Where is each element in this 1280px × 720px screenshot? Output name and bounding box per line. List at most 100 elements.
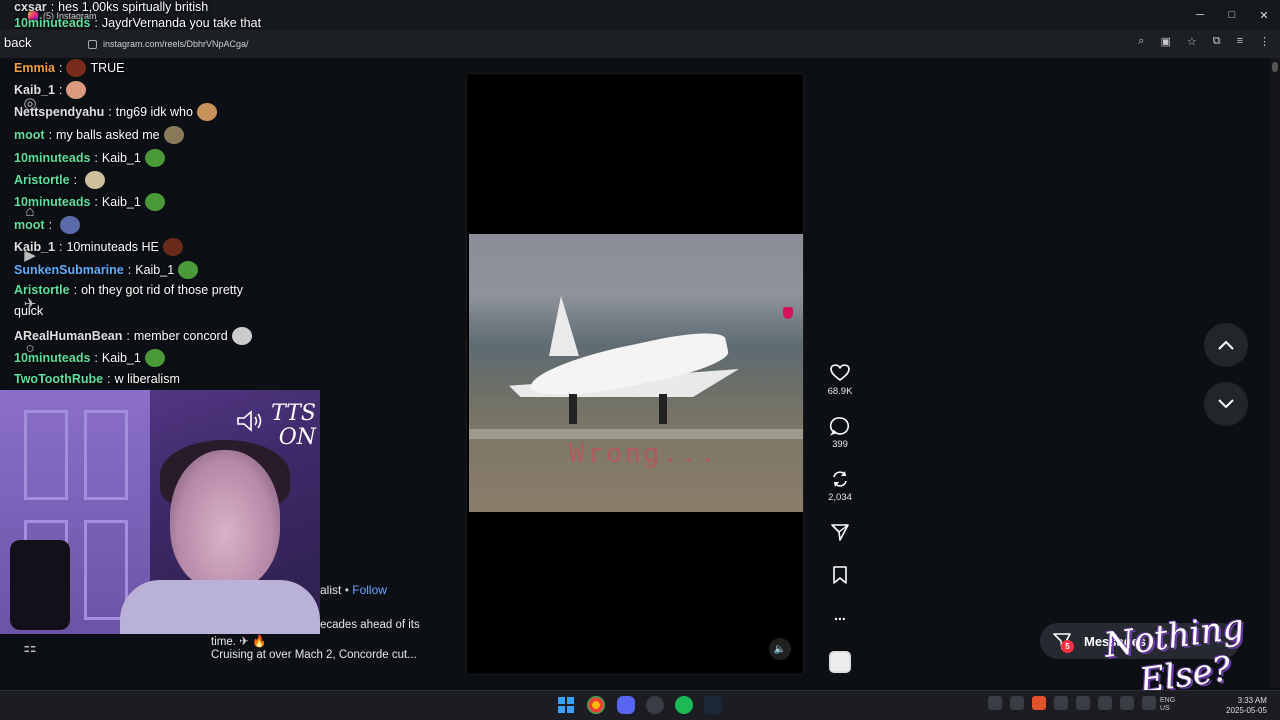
chat-username[interactable]: Nettspendyahu <box>14 105 104 119</box>
more-options-button[interactable]: ... <box>820 604 860 626</box>
chat-message: Nettspendyahu: tng69 idk who <box>14 103 217 121</box>
like-button[interactable]: 68.9K <box>820 362 860 397</box>
chat-emote-icon <box>144 349 165 367</box>
next-reel-button[interactable] <box>1204 382 1248 426</box>
puzzle-icon[interactable]: ⧉ <box>1213 35 1221 48</box>
chat-colon: : <box>126 329 130 343</box>
chat-emote-icon <box>196 103 217 121</box>
page-scrollbar[interactable] <box>1270 58 1280 688</box>
minimize-icon[interactable]: ─ <box>1184 0 1216 30</box>
chat-emote-icon <box>85 171 106 189</box>
chat-username[interactable]: TwoToothRube <box>14 372 103 386</box>
chat-colon: : <box>94 151 98 165</box>
chat-text: Kaib_1 <box>135 263 175 277</box>
chat-text: tng69 idk who <box>115 105 193 119</box>
chat-username[interactable]: ARealHumanBean <box>14 329 122 343</box>
windows-start-icon[interactable] <box>557 696 575 714</box>
app-tray-icon[interactable] <box>1120 696 1134 710</box>
chat-username[interactable]: moot <box>14 218 45 232</box>
zoom-icon[interactable]: ⌕ <box>1138 35 1144 48</box>
mute-button[interactable]: 🔈 <box>769 638 791 660</box>
screen: (5) Instagram ─ □ ✕ back instagram.com/r… <box>0 0 1280 720</box>
chat-emote-icon <box>66 59 87 77</box>
chat-emote-icon <box>162 238 183 256</box>
reel-author: alist • Follow <box>320 583 387 597</box>
spotify-icon[interactable] <box>675 696 693 714</box>
chat-username[interactable]: cxsar <box>14 0 47 14</box>
comment-button[interactable]: 399 <box>820 415 860 450</box>
chat-colon: : <box>59 240 63 254</box>
follow-button[interactable]: Follow <box>352 583 387 597</box>
taskbar-clock[interactable]: 3:33 AM 2025-05-05 <box>1226 696 1267 716</box>
chat-message: ARealHumanBean: member concord <box>14 327 252 345</box>
landing-gear <box>569 394 577 424</box>
chat-text: 10minuteads HE <box>66 240 159 254</box>
more-menu-icon[interactable]: ⚏ <box>20 637 40 657</box>
chat-text: Kaib_1 <box>101 195 141 209</box>
chevron-up-icon[interactable] <box>988 696 1002 710</box>
chat-username[interactable]: 10minuteads <box>14 16 90 30</box>
media-icon[interactable]: ≡ <box>1237 35 1243 48</box>
chat-username[interactable]: 10minuteads <box>14 351 90 365</box>
chat-text: w liberalism <box>114 372 180 386</box>
chevron-up-icon <box>1218 340 1234 350</box>
reel-video[interactable]: Wrong... <box>469 234 803 512</box>
chat-message: Kaib_1:10minuteads HE <box>14 238 183 256</box>
door-panel <box>84 410 128 500</box>
chat-username[interactable]: Emmia <box>14 61 55 75</box>
discord-icon[interactable] <box>617 696 635 714</box>
brave-tray-icon[interactable] <box>1032 696 1046 710</box>
chat-username[interactable]: Kaib_1 <box>14 240 55 254</box>
reel-description-line: time. ✈ 🔥 <box>211 636 267 648</box>
bookmark-icon <box>820 564 860 586</box>
chat-message: 10minuteads: Kaib_1 <box>14 349 165 367</box>
chat-username[interactable]: moot <box>14 128 45 142</box>
url-text: instagram.com/reels/DbhrVNpACga/ <box>103 39 249 49</box>
chat-username[interactable]: Aristortle <box>14 173 70 187</box>
cursor-icon <box>783 307 793 319</box>
close-icon[interactable]: ✕ <box>1248 0 1280 30</box>
door-panel <box>24 410 68 500</box>
reel-player[interactable]: Wrong... 🔈 <box>466 73 804 675</box>
chat-colon: : <box>50 0 55 14</box>
maximize-icon[interactable]: □ <box>1216 0 1248 30</box>
app-tray-icon[interactable] <box>1142 696 1156 710</box>
more-icon: ... <box>834 607 846 623</box>
star-icon[interactable]: ☆ <box>1187 35 1197 48</box>
chat-username[interactable]: 10minuteads <box>14 195 90 209</box>
obs-icon[interactable] <box>646 696 664 714</box>
repost-button[interactable]: 2,034 <box>820 468 860 503</box>
send-icon <box>820 521 860 543</box>
extension-icon[interactable]: ▣ <box>1160 35 1170 48</box>
audio-avatar[interactable] <box>829 651 851 673</box>
previous-reel-button[interactable] <box>1204 323 1248 367</box>
chat-username[interactable]: Aristortle <box>14 283 70 297</box>
reel-description-line[interactable]: Cruising at over Mach 2, Concorde cut... <box>211 649 417 661</box>
chat-username[interactable]: Kaib_1 <box>14 83 55 97</box>
menu-icon[interactable]: ⋮ <box>1259 35 1270 48</box>
steam-icon[interactable] <box>704 696 722 714</box>
chat-username[interactable]: SunkenSubmarine <box>14 263 124 277</box>
share-button[interactable] <box>820 521 860 543</box>
chat-text: oh they got rid of those pretty <box>81 283 243 297</box>
chrome-icon[interactable] <box>587 696 605 714</box>
app-tray-icon[interactable] <box>1098 696 1112 710</box>
comment-count: 399 <box>832 439 848 450</box>
scrollbar-thumb[interactable] <box>1272 62 1278 72</box>
app-tray-icon[interactable] <box>1076 696 1090 710</box>
chat-username[interactable]: 10minuteads <box>14 151 90 165</box>
messages-badge: 5 <box>1061 640 1074 653</box>
window-controls: ─ □ ✕ <box>1184 0 1280 30</box>
language-indicator[interactable]: ENG US <box>1160 697 1175 713</box>
chat-text: quick <box>14 304 44 318</box>
steam-tray-icon[interactable] <box>1010 696 1024 710</box>
chat-emote-icon <box>163 126 184 144</box>
url-field[interactable]: instagram.com/reels/DbhrVNpACga/ <box>88 36 249 52</box>
chat-colon: : <box>127 263 132 277</box>
author-name[interactable]: alist <box>320 583 341 597</box>
back-button[interactable]: back <box>4 35 31 50</box>
save-button[interactable] <box>820 564 860 586</box>
app-tray-icon[interactable] <box>1054 696 1068 710</box>
site-info-icon[interactable] <box>88 39 97 49</box>
chat-colon: : <box>59 61 63 75</box>
